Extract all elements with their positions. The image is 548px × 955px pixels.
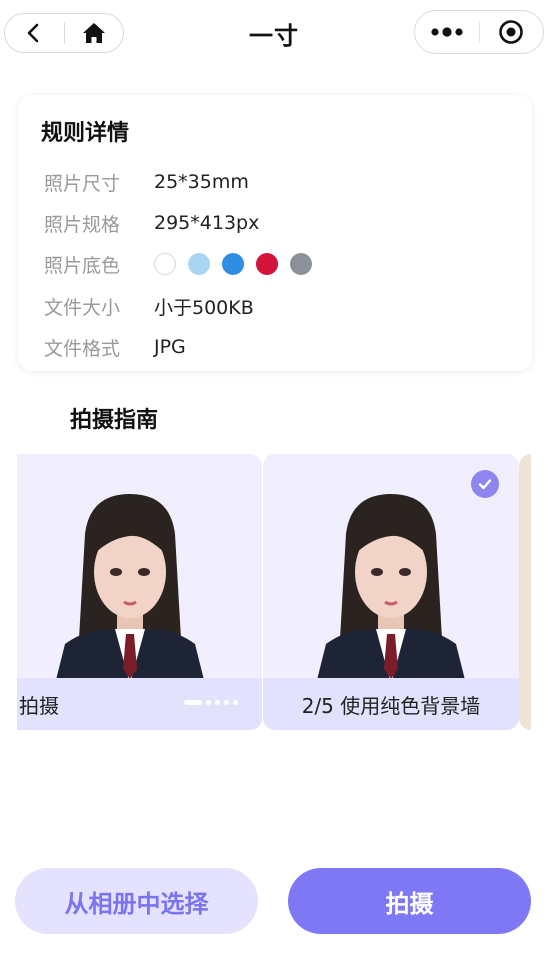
choose-from-album-button[interactable]: 从相册中选择 [15,868,258,934]
more-button[interactable] [415,11,479,53]
portrait-image [54,494,205,684]
rule-row-format: 文件格式 JPG [44,333,186,361]
portrait-image [316,494,466,684]
bg-color-swatches [154,253,312,275]
rule-label: 文件格式 [44,337,121,360]
capsule-menu [414,10,544,54]
guide-slide[interactable]: 拍摄 [17,454,262,730]
rule-row-spec: 照片规格 295*413px [44,209,259,237]
more-dots-icon [431,27,463,37]
slide-caption: 拍摄 [19,693,59,718]
bg-color-swatch-blue[interactable] [222,253,244,275]
rule-value: 25*35mm [154,171,249,193]
guide-carousel[interactable]: 拍摄 2/5 使用纯色背景墙 [17,454,531,732]
bg-color-swatch-gray[interactable] [290,253,312,275]
pager-dot [184,700,202,705]
close-miniprogram-button[interactable] [480,11,544,53]
guide-slide-peek[interactable] [519,454,531,730]
rule-value: 295*413px [154,212,260,234]
pager-dot [233,700,238,705]
bg-color-swatch-light-blue[interactable] [188,253,210,275]
slide-caption-bar: 拍摄 [17,678,262,730]
rule-label: 照片底色 [44,254,121,277]
guide-slide[interactable]: 2/5 使用纯色背景墙 [263,454,519,730]
pager-dot [206,700,211,705]
pager-dot [224,700,229,705]
rule-row-bg-color: 照片底色 [44,250,312,278]
rule-details-card: 规则详情 照片尺寸 25*35mm 照片规格 295*413px 照片底色 文件… [18,95,532,371]
take-photo-button[interactable]: 拍摄 [288,868,531,934]
bg-color-swatch-white[interactable] [154,253,176,275]
rule-value: JPG [154,336,186,358]
pager-dot [215,700,220,705]
carousel-pager [184,700,238,705]
shooting-guide-title: 拍摄指南 [70,408,159,433]
slide-caption-bar: 2/5 使用纯色背景墙 [263,678,519,730]
slide-caption: 2/5 使用纯色背景墙 [301,693,481,718]
rule-label: 照片规格 [44,213,121,236]
rule-value: 小于500KB [154,296,254,319]
rule-details-title: 规则详情 [41,121,130,146]
check-icon [478,479,492,490]
rule-row-file-size: 文件大小 小于500KB [44,292,254,320]
bg-color-swatch-red[interactable] [256,253,278,275]
rule-row-size: 照片尺寸 25*35mm [44,168,249,196]
rule-label: 照片尺寸 [44,172,121,195]
rule-label: 文件大小 [44,296,121,319]
target-circle-icon [499,20,524,44]
